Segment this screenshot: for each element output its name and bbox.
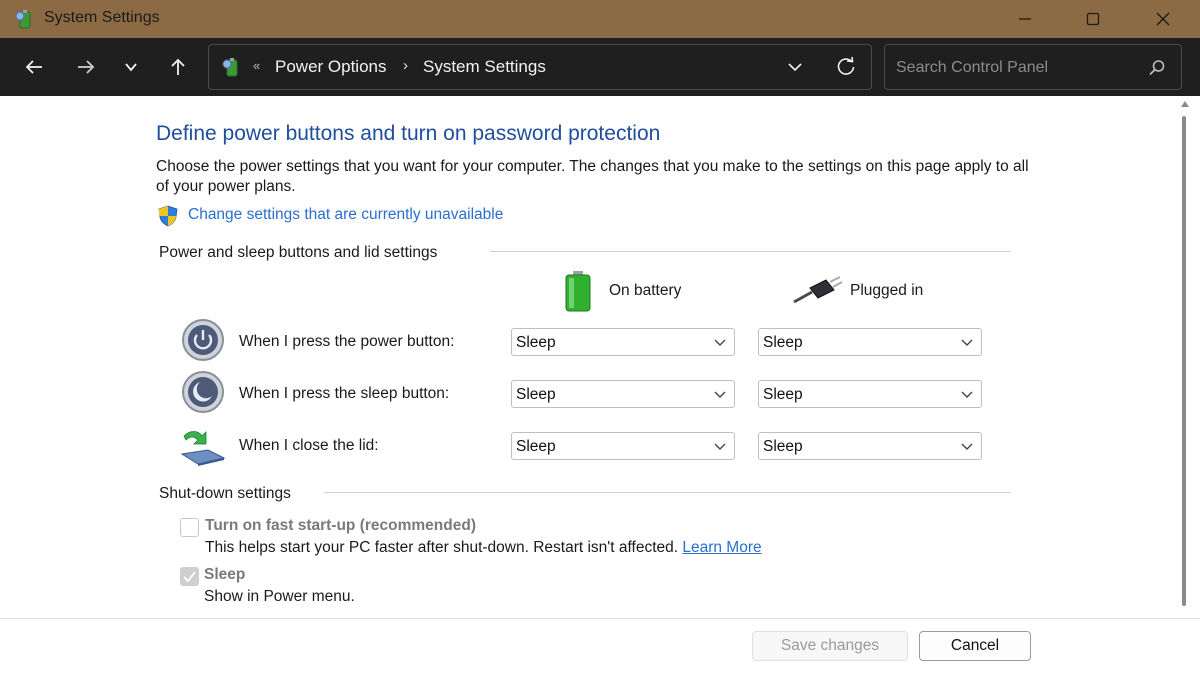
power-buttons-section-header: Power and sleep buttons and lid settings (159, 244, 438, 261)
navigation-bar: « Power Options › System Settings Search… (0, 38, 1200, 96)
arrow-left-icon (25, 60, 42, 74)
close-lid-plugged-select[interactable]: Sleep (758, 432, 982, 460)
search-placeholder: Search Control Panel (896, 59, 1049, 76)
sleep-button-plugged-select[interactable]: Sleep (758, 380, 982, 408)
select-value: Sleep (516, 334, 556, 351)
power-button-icon (182, 319, 224, 361)
chevron-down-icon (961, 391, 973, 398)
maximize-button[interactable] (1058, 0, 1128, 38)
footer-divider (0, 618, 1200, 619)
select-value: Sleep (516, 386, 556, 403)
scroll-up-arrow-icon[interactable] (1180, 100, 1190, 108)
change-settings-link[interactable]: Change settings that are currently unava… (188, 206, 503, 224)
page-description: Choose the power settings that you want … (156, 158, 1029, 195)
chevron-down-icon (714, 443, 726, 450)
sleep-button-icon (182, 371, 224, 413)
breadcrumb-power-options[interactable]: Power Options (275, 57, 387, 77)
search-input[interactable]: Search Control Panel (884, 44, 1182, 90)
chevron-down-icon (961, 443, 973, 450)
refresh-button[interactable] (835, 56, 857, 83)
recent-locations-button[interactable] (113, 49, 149, 85)
plugged-in-column-header: Plugged in (850, 282, 924, 299)
address-dropdown-button[interactable] (785, 57, 805, 82)
cancel-button[interactable]: Cancel (919, 631, 1031, 661)
select-value: Sleep (763, 334, 803, 351)
fast-startup-description: This helps start your PC faster after sh… (205, 539, 762, 557)
title-bar: System Settings (0, 0, 1200, 38)
breadcrumb-system-settings[interactable]: System Settings (423, 57, 546, 77)
search-icon[interactable] (1147, 58, 1167, 78)
power-plug-icon (793, 276, 843, 304)
up-button[interactable] (160, 49, 196, 85)
refresh-icon (837, 56, 855, 75)
save-changes-button[interactable]: Save changes (752, 631, 908, 661)
close-lid-battery-select[interactable]: Sleep (511, 432, 735, 460)
breadcrumb-overflow[interactable]: « (253, 58, 260, 73)
power-button-label: When I press the power button: (239, 333, 455, 350)
sleep-menu-title: Sleep (204, 566, 246, 583)
power-button-battery-select[interactable]: Sleep (511, 328, 735, 356)
minimize-button[interactable] (990, 0, 1060, 38)
fast-startup-description-text: This helps start your PC faster after sh… (205, 539, 679, 556)
sleep-menu-description: Show in Power menu. (204, 588, 355, 605)
fast-startup-checkbox[interactable] (180, 518, 199, 537)
power-button-plugged-select[interactable]: Sleep (758, 328, 982, 356)
laptop-lid-icon (180, 431, 226, 466)
learn-more-link[interactable]: Learn More (682, 539, 761, 556)
sleep-menu-checkbox[interactable] (180, 567, 199, 586)
section-divider (324, 492, 1010, 493)
select-value: Sleep (763, 386, 803, 403)
battery-app-icon (15, 10, 31, 29)
chevron-down-icon (714, 339, 726, 346)
select-value: Sleep (763, 438, 803, 455)
page-title: Define power buttons and turn on passwor… (156, 122, 661, 145)
sleep-button-battery-select[interactable]: Sleep (511, 380, 735, 408)
arrow-right-icon (78, 60, 95, 74)
breadcrumb-separator[interactable]: › (403, 57, 408, 74)
select-value: Sleep (516, 438, 556, 455)
uac-shield-icon (158, 205, 178, 227)
close-icon (1156, 12, 1170, 26)
chevron-down-icon (125, 63, 137, 72)
battery-location-icon (222, 58, 238, 77)
content-area: Define power buttons and turn on passwor… (0, 96, 1200, 675)
window-title: System Settings (44, 9, 160, 26)
address-bar[interactable]: « Power Options › System Settings (208, 44, 872, 90)
shutdown-section-header: Shut-down settings (159, 485, 291, 502)
fast-startup-title: Turn on fast start-up (recommended) (205, 517, 476, 534)
section-divider (490, 251, 1010, 252)
arrow-up-icon (171, 58, 185, 75)
minimize-icon (1019, 18, 1031, 20)
chevron-down-icon (961, 339, 973, 346)
checkmark-icon (183, 571, 196, 583)
back-button[interactable] (16, 49, 52, 85)
forward-button[interactable] (68, 49, 104, 85)
chevron-down-icon (788, 63, 802, 72)
on-battery-column-header: On battery (609, 282, 682, 299)
battery-icon (565, 271, 591, 312)
close-button[interactable] (1128, 0, 1198, 38)
maximize-icon (1086, 12, 1100, 26)
scrollbar-thumb[interactable] (1182, 116, 1186, 606)
close-lid-label: When I close the lid: (239, 437, 379, 454)
chevron-down-icon (714, 391, 726, 398)
sleep-button-label: When I press the sleep button: (239, 385, 450, 402)
